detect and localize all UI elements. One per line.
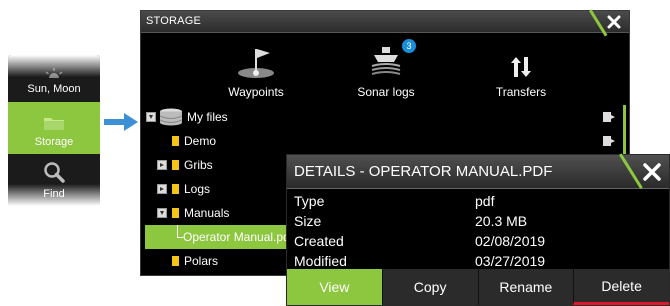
tree-label: Demo — [184, 134, 217, 148]
row-action-icon[interactable] — [603, 112, 615, 122]
menu-item-label: Find — [43, 188, 65, 200]
side-menu: Sun, Moon Storage Find — [8, 55, 100, 206]
sonar-logs-button[interactable]: 3 Sonar logs — [326, 33, 446, 101]
property-value: pdf — [475, 193, 495, 209]
details-properties: Type pdf Size 20.3 MB Created 02/08/2019… — [287, 191, 669, 271]
folder-icon — [172, 136, 179, 146]
property-size: Size 20.3 MB — [287, 211, 669, 231]
storage-toolbar: Waypoints 3 Sonar logs Transfers — [141, 33, 629, 101]
tree-label: Operator Manual.pdf — [183, 230, 294, 244]
dialog-close-button[interactable] — [609, 153, 669, 189]
rename-button[interactable]: Rename — [477, 269, 574, 305]
tool-icon-wrap — [509, 43, 533, 79]
expand-icon[interactable] — [157, 184, 167, 194]
menu-item-find[interactable]: Find — [8, 155, 100, 206]
details-titlebar: DETAILS - OPERATOR MANUAL.PDF — [287, 153, 669, 189]
collapse-icon[interactable] — [146, 112, 156, 122]
waypoints-button[interactable]: Waypoints — [196, 33, 316, 101]
property-type: Type pdf — [287, 191, 669, 211]
close-icon — [607, 15, 621, 29]
view-button[interactable]: View — [287, 269, 382, 305]
tree-label: Polars — [184, 254, 219, 268]
menu-item-sun-moon[interactable]: Sun, Moon — [8, 55, 100, 101]
waypoint-flag-icon — [238, 49, 274, 78]
folder-icon — [172, 160, 179, 170]
dialog-buttons: View Copy Rename Delete — [287, 269, 669, 305]
transfers-button[interactable]: Transfers — [461, 33, 581, 101]
row-action-icon[interactable] — [603, 136, 615, 146]
details-dialog: DETAILS - OPERATOR MANUAL.PDF Type pdf S… — [286, 153, 670, 306]
property-value: 20.3 MB — [475, 213, 528, 229]
transfer-arrows-icon — [511, 57, 531, 77]
property-key: Size — [294, 213, 322, 229]
expand-icon[interactable] — [157, 160, 167, 170]
arrow-right-icon — [104, 113, 138, 131]
menu-item-label: Storage — [34, 136, 74, 148]
tree-label: Logs — [184, 182, 211, 196]
tool-label: Waypoints — [228, 85, 284, 99]
close-icon — [643, 163, 661, 181]
sonar-count-badge: 3 — [402, 39, 416, 53]
folder-icon — [44, 118, 64, 130]
window-title: STORAGE — [146, 15, 201, 27]
menu-item-label: Sun, Moon — [27, 83, 81, 95]
property-modified: Modified 03/27/2019 — [287, 251, 669, 271]
close-button[interactable] — [585, 9, 629, 37]
property-key: Created — [294, 233, 344, 249]
tree-row-demo[interactable]: Demo — [141, 129, 623, 153]
sonar-boat-icon — [371, 47, 401, 75]
tool-label: Sonar logs — [357, 85, 415, 99]
tool-label: Transfers — [495, 85, 547, 99]
property-value: 02/08/2019 — [475, 233, 546, 249]
dialog-title: DETAILS - OPERATOR MANUAL.PDF — [294, 163, 553, 180]
tree-label: My files — [187, 110, 228, 124]
folder-icon — [172, 256, 179, 266]
storage-titlebar: STORAGE — [141, 9, 629, 37]
copy-button[interactable]: Copy — [381, 269, 478, 305]
delete-button[interactable]: Delete — [573, 269, 669, 305]
database-icon — [159, 108, 183, 126]
collapse-icon[interactable] — [157, 208, 167, 218]
sun-moon-icon — [45, 68, 63, 78]
property-key: Type — [294, 193, 325, 209]
menu-item-storage[interactable]: Storage — [8, 102, 100, 154]
folder-icon — [172, 208, 179, 218]
tool-icon-wrap — [236, 43, 276, 79]
property-value: 03/27/2019 — [475, 253, 546, 269]
property-key: Modified — [294, 253, 347, 269]
tool-icon-wrap: 3 — [368, 39, 416, 79]
tree-label: Manuals — [184, 206, 230, 220]
accent-slash — [619, 153, 643, 189]
folder-icon — [172, 184, 179, 194]
property-created: Created 02/08/2019 — [287, 231, 669, 251]
magnifier-icon — [44, 162, 65, 183]
tree-label: Gribs — [184, 158, 213, 172]
tree-row-my-files[interactable]: My files — [141, 105, 623, 129]
